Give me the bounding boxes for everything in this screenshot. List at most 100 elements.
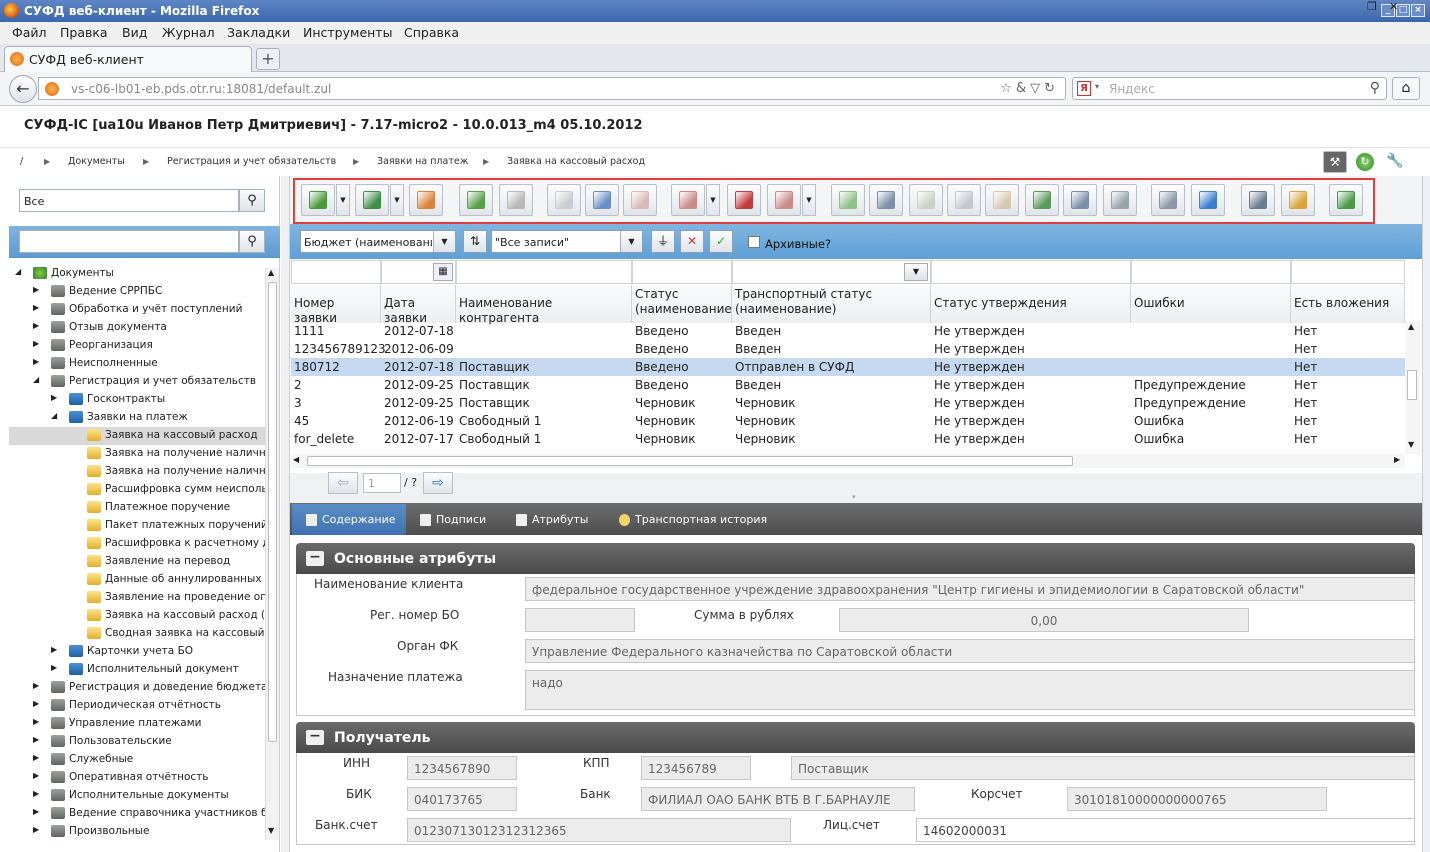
kpp-field[interactable]: 123456789 [641,756,751,780]
tree-node[interactable]: ▶ Регистрация и доведение бюджета [9,679,265,697]
bank-field[interactable]: ФИЛИАЛ ОАО БАНК ВТБ В Г.БАРНАУЛЕ [641,787,915,811]
scroll-up-icon[interactable]: ▲ [268,268,274,277]
tree-node[interactable]: ▶ Исполнительные документы [9,787,265,805]
table-row[interactable]: 45 2012-06-19 Свободный 1 Черновик Черновик Н… [291,412,1405,430]
tree-node[interactable]: Платежное поручение [9,499,265,517]
tree-scroll-thumb[interactable] [268,282,277,742]
view-document-icon[interactable] [547,184,581,216]
collapse-arrow-icon[interactable]: ◢ [51,411,57,420]
expand-arrow-icon[interactable]: ▶ [33,339,39,348]
collapse-arrow-icon[interactable]: ◢ [15,267,21,276]
page-scrollbar[interactable] [1422,176,1430,852]
tab-content[interactable]: Содержание [292,504,406,535]
import-icon[interactable] [301,184,335,216]
tree-node[interactable]: ◢ Заявки на платеж [9,409,265,427]
expand-arrow-icon[interactable]: ▶ [33,321,39,330]
tree-node[interactable]: ▶ Служебные [9,751,265,769]
translate-icon[interactable]: & [1016,81,1030,96]
tree-node[interactable]: Заявление на перевод [9,553,265,571]
prev-page-icon[interactable]: ⇦ [328,472,358,494]
tree-node[interactable]: ▶ Оперативная отчётность [9,769,265,787]
web-search-box[interactable]: Я ▾ Яндекс ⚲ [1072,77,1387,100]
column-header[interactable]: Наименование контрагента [456,285,632,325]
refresh-icon[interactable] [1191,184,1225,216]
exit-icon[interactable] [1329,184,1363,216]
collapse-arrow-icon[interactable]: ◢ [33,375,39,384]
bookmark-star-icon[interactable]: ☆ [1000,81,1016,96]
breadcrumb-registration[interactable]: Регистрация и учет обязательств [167,156,336,167]
payment-purpose-field[interactable]: надо [525,670,1415,710]
tree-node[interactable]: ◢ Регистрация и учет обязательств [9,373,265,391]
tools-panel-icon[interactable]: ⚒ [1323,151,1347,173]
reg-number-field[interactable] [525,608,635,632]
grid-vertical-scrollbar[interactable]: ▲ ▼ [1405,322,1420,454]
tree-node[interactable]: Заявка на кассовый расход (с [9,607,265,625]
tree-scrollbar[interactable]: ▲ ▼ [265,268,279,840]
search-document-icon[interactable] [869,184,903,216]
table-row[interactable]: 2 2012-09-25 Поставщик Введено Введен Не утве… [291,376,1405,394]
column-header[interactable]: Дата заявки [381,285,456,325]
delete-document-icon[interactable] [623,184,657,216]
tree-node[interactable]: Пакет платежных поручений [9,517,265,535]
breadcrumb-current[interactable]: Заявка на кассовый расход [507,156,645,167]
clear-filter-icon[interactable]: ✕ [680,230,704,253]
tree-node[interactable]: Заявление на проведение опе [9,589,265,607]
tree-node[interactable]: ▶ Отзыв документа [9,319,265,337]
restore-icon[interactable]: ❐ [1367,0,1377,13]
chevron-down-icon[interactable]: ▼ [390,184,404,216]
menu-help[interactable]: Справка [404,25,459,40]
tree-node[interactable]: ▶ Обработка и учёт поступлений [9,301,265,319]
menu-bookmarks[interactable]: Закладки [227,25,290,40]
column-filter-input[interactable] [1291,260,1405,284]
table-row[interactable]: 1111 2012-07-18 Введено Введен Не утвержден Н… [291,322,1405,340]
chevron-down-icon[interactable]: ▼ [433,231,455,252]
tree-node[interactable]: ▶ Карточки учета БО [9,643,265,661]
column-header[interactable]: Есть вложения [1291,285,1405,323]
check-signature-icon[interactable] [727,184,761,216]
chevron-down-icon[interactable]: ▼ [336,184,350,216]
tree-search-input[interactable] [19,230,239,253]
new-tab-button[interactable]: + [256,48,280,70]
tree-node[interactable]: ▶ Пользовательские [9,733,265,751]
grid-scroll-thumb[interactable] [1407,370,1417,400]
sign-document-icon[interactable] [671,184,705,216]
tree-node[interactable]: ▶ Ведение справочника участников бю [9,805,265,823]
home-button[interactable]: ⌂ [1392,77,1420,100]
close-window-icon[interactable]: × [1411,4,1425,17]
breadcrumb-documents[interactable]: Документы [68,156,125,167]
calendar-icon[interactable]: ▦ [433,263,453,281]
tree-node[interactable]: ▶ Ведение СРРПБС [9,283,265,301]
sort-icon[interactable]: ⇅ [463,230,487,253]
yandex-icon[interactable]: Я [1077,81,1091,96]
column-header[interactable]: Транспортный статус (наименование) [732,285,931,323]
column-filter-input[interactable] [632,260,732,284]
apply-filter-icon[interactable]: ✓ [709,230,733,253]
tree-node[interactable]: ▶ Управление платежами [9,715,265,733]
column-filter-input[interactable] [1131,260,1291,284]
table-row[interactable]: 180712 2012-07-18 Поставщик Введено Отправле… [291,358,1405,376]
column-filter-input[interactable]: ▦ [381,260,456,284]
panel-splitter[interactable] [281,176,290,852]
expand-arrow-icon[interactable]: ▶ [33,717,39,726]
chevron-down-icon[interactable]: ▼ [620,231,642,252]
back-button[interactable]: ← [9,75,37,103]
tree-filter-combo[interactable]: Все [19,189,239,212]
bank-account-field[interactable]: 01230713012312312365 [407,818,791,842]
scroll-right-icon[interactable]: ▶ [1394,455,1400,464]
search-icon[interactable]: ⚲ [1370,80,1380,96]
scroll-up-icon[interactable]: ▲ [1408,322,1414,331]
organ-fk-field[interactable]: Управление Федерального казначейства по … [525,639,1415,663]
page-input[interactable]: 1 [363,473,401,493]
close-app-icon[interactable]: ✕ [1389,0,1398,13]
column-header[interactable]: Статус (наименование) [632,285,736,323]
column-filter-input[interactable] [456,260,632,284]
chevron-down-icon[interactable]: ▼ [802,184,816,216]
export-icon[interactable] [355,184,389,216]
recipient-name-field[interactable]: Поставщик [791,756,1415,780]
find-icon[interactable] [1151,184,1185,216]
breadcrumb-root[interactable]: / [20,156,23,167]
send-icon[interactable] [831,184,865,216]
sum-field[interactable]: 0,00 [839,608,1249,632]
expand-arrow-icon[interactable]: ▶ [51,663,57,672]
table-row[interactable]: 123456789123 2012-06-09 Введено Введен Не ут… [291,340,1405,358]
